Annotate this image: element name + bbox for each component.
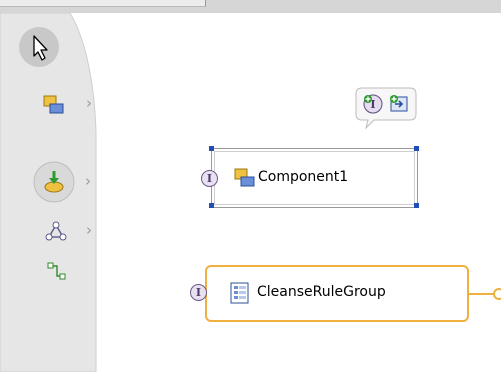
wire-tool-icon xyxy=(45,221,67,241)
interface-icon[interactable]: I xyxy=(201,170,218,187)
selection-handle[interactable] xyxy=(209,146,214,151)
assembly-diagram-canvas[interactable]: › › › I I Component1 I CleanseRuleGroup xyxy=(0,13,501,372)
palette-import-tool[interactable]: › xyxy=(32,160,91,204)
palette-selection-tool[interactable] xyxy=(18,26,60,68)
reference-connector-icon[interactable] xyxy=(467,287,501,301)
connection-tool-icon xyxy=(47,262,66,280)
chevron-right-icon: › xyxy=(86,221,92,239)
selection-handle[interactable] xyxy=(414,146,419,151)
rule-group-node[interactable]: I CleanseRuleGroup xyxy=(190,265,501,322)
component-label: Component1 xyxy=(258,169,349,185)
import-tool-icon xyxy=(33,161,75,203)
palette: › › › xyxy=(0,13,110,372)
component-icon xyxy=(234,168,255,187)
add-reference-icon[interactable] xyxy=(388,93,410,115)
add-interface-icon[interactable]: I xyxy=(362,93,384,115)
chevron-right-icon: › xyxy=(85,172,91,190)
action-bar: I xyxy=(352,86,418,130)
selection-handle[interactable] xyxy=(414,203,419,208)
chevron-right-icon: › xyxy=(86,94,92,112)
palette-connection-tool[interactable] xyxy=(46,260,70,284)
selection-handle[interactable] xyxy=(209,203,214,208)
editor-tab-bar xyxy=(0,0,501,13)
editor-tab[interactable] xyxy=(0,0,206,7)
component-tool-icon xyxy=(43,95,64,114)
selection-arrow-icon xyxy=(19,27,59,67)
palette-component-tool[interactable]: › xyxy=(42,93,92,117)
rule-group-label: CleanseRuleGroup xyxy=(257,284,386,300)
palette-wire-tool[interactable]: › xyxy=(44,220,92,244)
component-node[interactable]: I Component1 xyxy=(201,146,419,208)
rule-group-icon xyxy=(230,282,249,304)
interface-icon[interactable]: I xyxy=(190,284,207,301)
